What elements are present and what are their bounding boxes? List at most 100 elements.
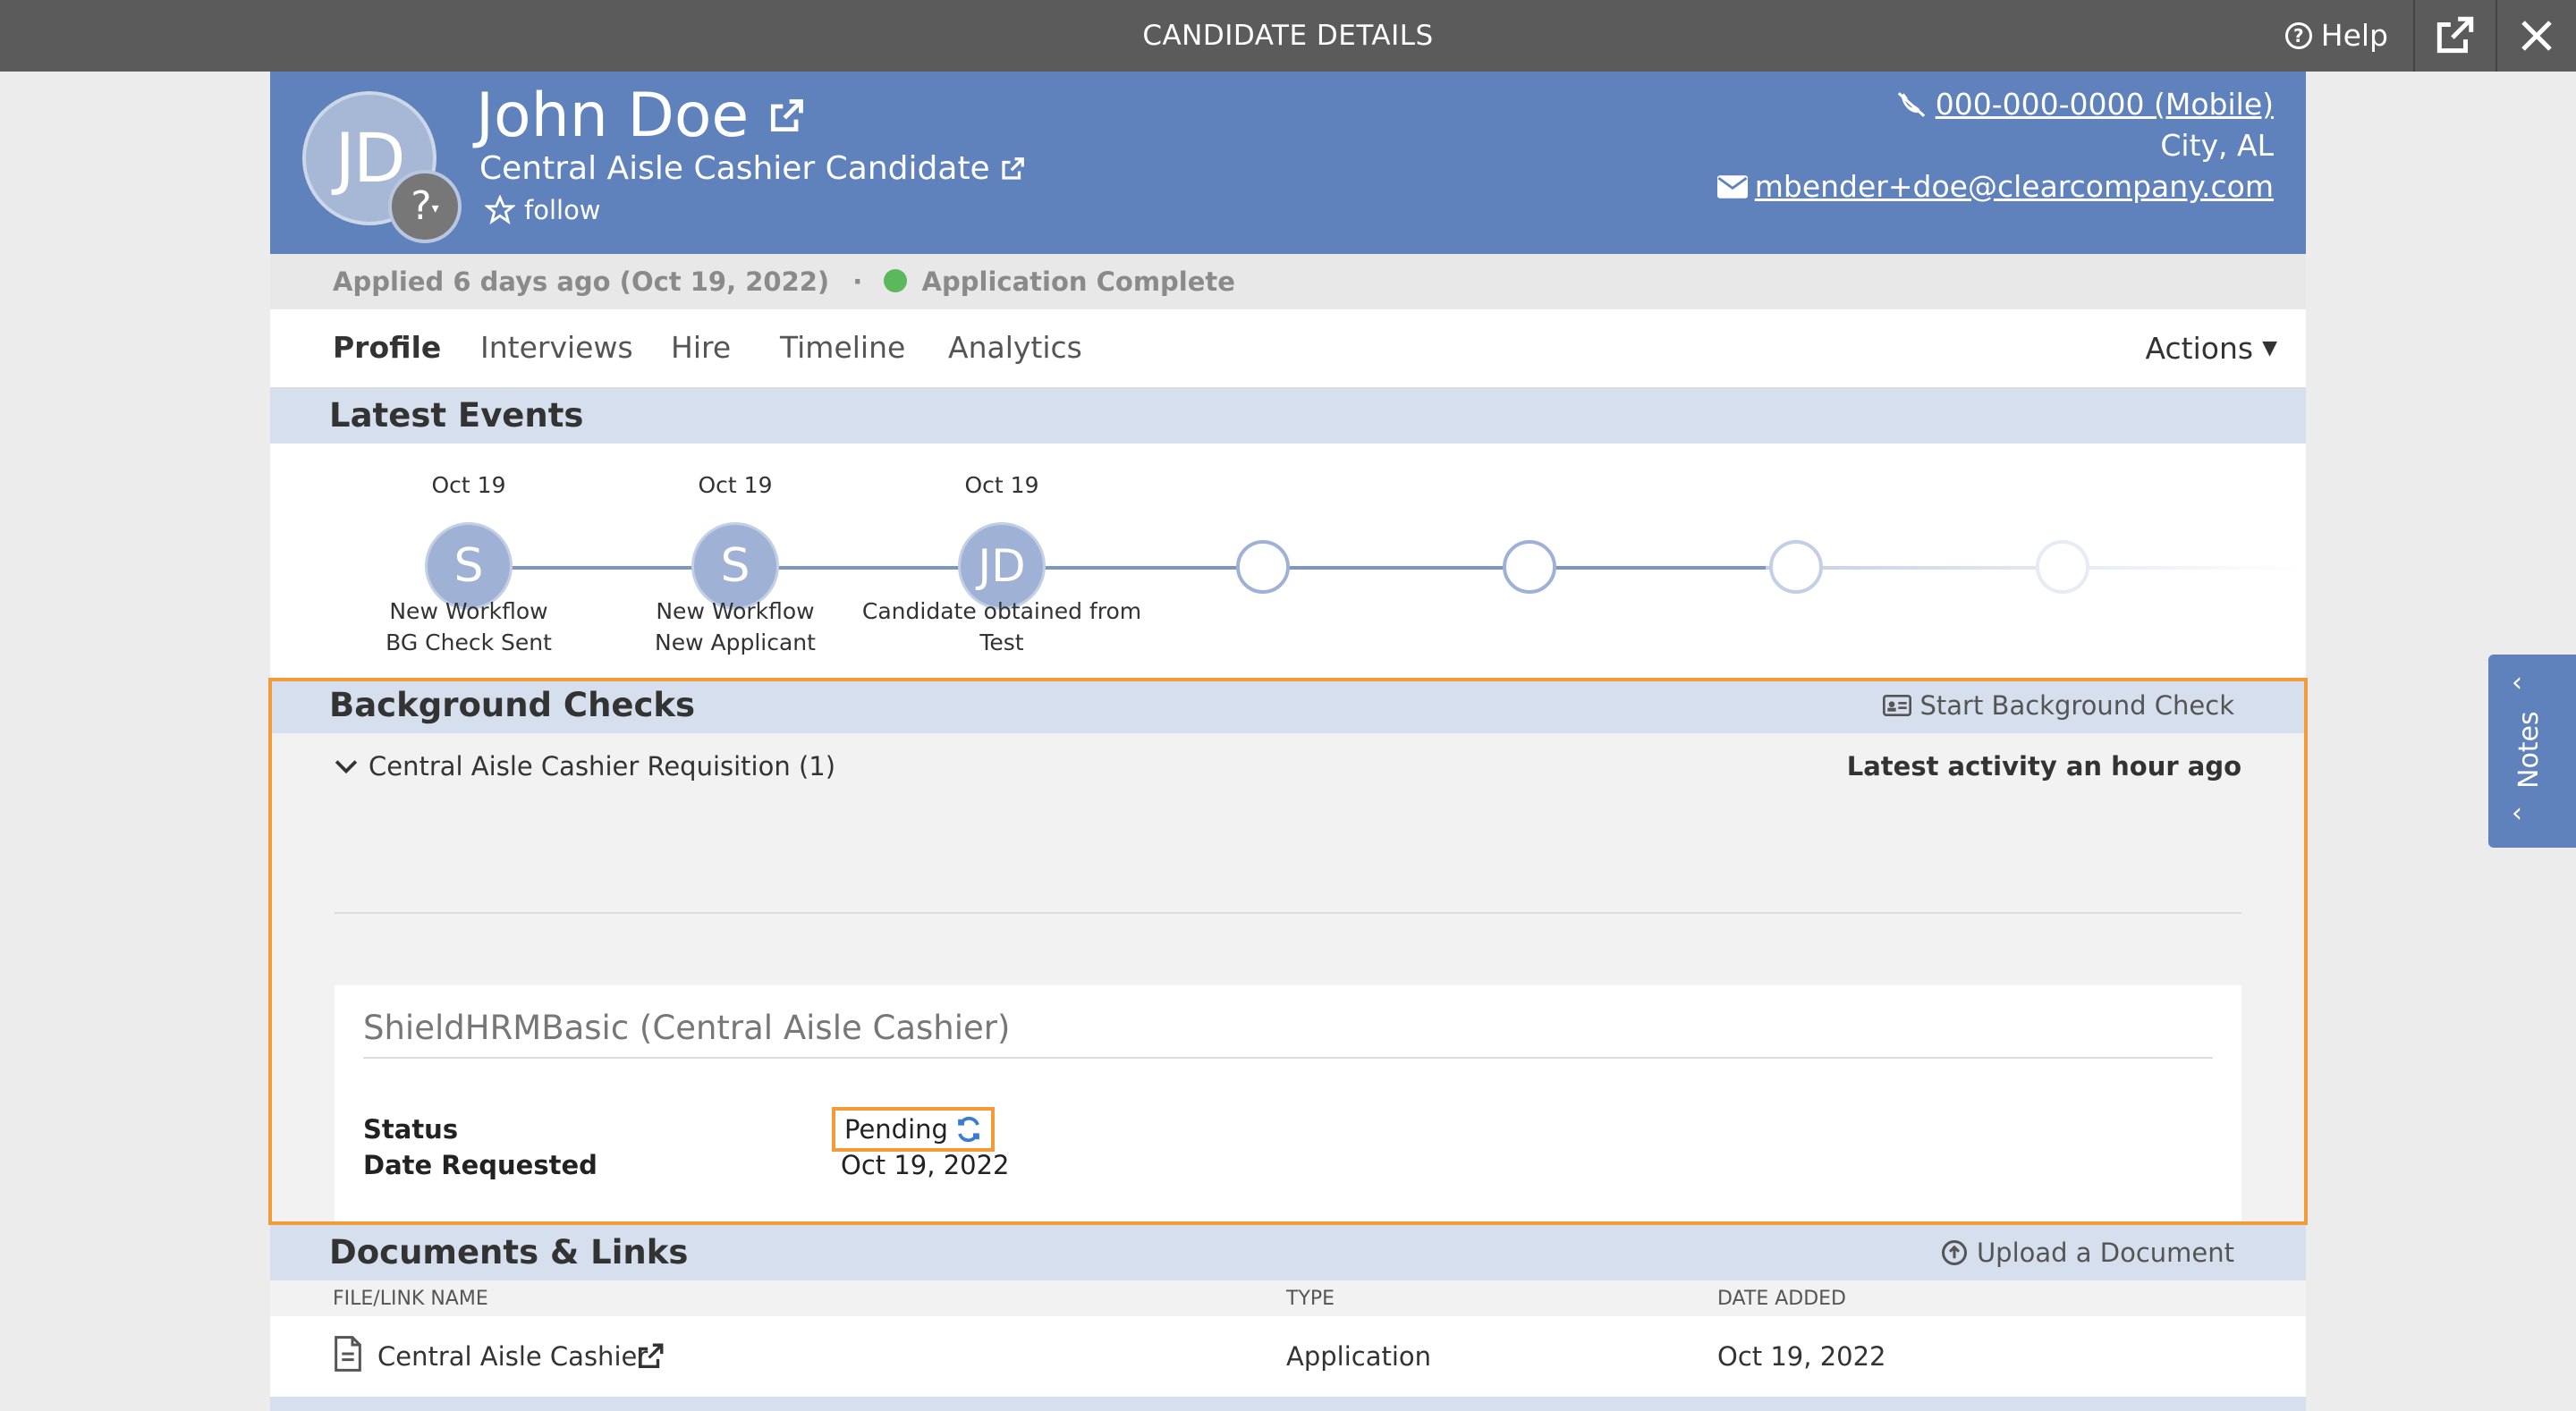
events-timeline: Oct 19 S New Workflow BG Check Sent Oct … xyxy=(270,444,2306,678)
background-checks-header: Background Checks Start Background Check xyxy=(270,678,2306,733)
star-icon xyxy=(485,195,515,225)
refresh-icon xyxy=(958,1116,979,1143)
background-checks-body: Central Aisle Cashier Requisition (1) La… xyxy=(270,733,2306,1259)
date-requested-value: Oct 19, 2022 xyxy=(841,1150,1010,1180)
profile-tabs: Profile Interviews Hire Timeline Analyti… xyxy=(270,309,2306,388)
documents-table-header: FILE/LINK NAME TYPE DATE ADDED xyxy=(270,1280,2306,1316)
external-link-icon xyxy=(771,98,804,131)
chevron-left-icon: ‹ xyxy=(2512,667,2522,698)
email-link[interactable]: mbender+doe@clearcompany.com xyxy=(1755,166,2274,207)
chevron-down-icon xyxy=(335,760,358,774)
actions-dropdown[interactable]: Actions ▼ xyxy=(2146,309,2277,388)
documents-header: Documents & Links Upload a Document xyxy=(270,1225,2306,1280)
documents-title: Documents & Links xyxy=(329,1233,689,1272)
document-name[interactable]: Central Aisle Cashier xyxy=(377,1341,648,1372)
column-header-date: DATE ADDED xyxy=(1717,1288,1846,1310)
top-bar: CANDIDATE DETAILS ? Help xyxy=(0,0,2576,72)
upload-document-button[interactable]: Upload a Document xyxy=(1941,1225,2234,1280)
actions-label: Actions xyxy=(2145,331,2254,366)
event-line1: New Workflow xyxy=(389,598,548,624)
phone-muted-icon xyxy=(1897,92,1925,117)
event-date: Oct 19 xyxy=(964,472,1039,498)
avatar-badge-label: ? xyxy=(411,183,432,229)
candidate-location: City, AL xyxy=(2160,128,2274,163)
contact-info: 000-000-0000 (Mobile) City, AL mbender+d… xyxy=(1716,84,2274,207)
background-checks-title: Background Checks xyxy=(329,686,696,724)
event-line1: New Workflow xyxy=(656,598,815,624)
avatar-status-dropdown[interactable]: ?▾ xyxy=(388,170,462,243)
requisition-toggle[interactable]: Central Aisle Cashier Requisition (1) xyxy=(335,751,835,782)
event-line2: Test xyxy=(979,629,1024,655)
candidate-header: JD ?▾ John Doe Central Aisle Cashier Can… xyxy=(270,72,2306,254)
caret-down-icon: ▾ xyxy=(431,199,439,216)
help-label: Help xyxy=(2320,18,2388,53)
event-label: New Workflow BG Check Sent xyxy=(326,596,612,658)
candidate-job-link[interactable]: Central Aisle Cashier Candidate xyxy=(479,150,1026,187)
popout-button[interactable] xyxy=(2413,0,2494,72)
candidate-job: Central Aisle Cashier Candidate xyxy=(479,150,990,187)
event-label: Candidate obtained from Test xyxy=(859,596,1145,658)
upload-document-label: Upload a Document xyxy=(1976,1238,2234,1268)
document-type: Application xyxy=(1286,1341,1432,1372)
tab-interviews[interactable]: Interviews xyxy=(480,309,633,388)
latest-activity: Latest activity an hour ago xyxy=(1846,751,2241,782)
chevron-left-icon: ‹ xyxy=(2512,798,2522,829)
timeline-empty-node xyxy=(1769,540,1823,594)
document-date: Oct 19, 2022 xyxy=(1717,1341,1886,1372)
upload-icon xyxy=(1941,1240,1967,1265)
event-label: New Workflow New Applicant xyxy=(592,596,878,658)
event-line1: Candidate obtained from xyxy=(861,598,1142,624)
divider xyxy=(363,1057,2213,1059)
timeline-empty-node xyxy=(1236,540,1290,594)
close-button[interactable] xyxy=(2496,0,2576,72)
follow-button[interactable]: follow xyxy=(485,195,601,225)
timeline-empty-node xyxy=(2036,540,2089,594)
close-icon xyxy=(2521,21,2552,51)
external-link-icon xyxy=(2436,16,2474,54)
start-background-check-button[interactable]: Start Background Check xyxy=(1882,678,2234,733)
status-badge[interactable]: Pending xyxy=(832,1107,995,1152)
applied-date: Applied 6 days ago (Oct 19, 2022) xyxy=(333,266,830,297)
column-header-name: FILE/LINK NAME xyxy=(333,1288,488,1310)
page-title: CANDIDATE DETAILS xyxy=(1142,20,1434,52)
status-label: Status xyxy=(363,1114,459,1145)
status-value: Pending xyxy=(844,1114,948,1145)
document-icon xyxy=(335,1336,361,1372)
tab-hire[interactable]: Hire xyxy=(671,309,731,388)
timeline-line xyxy=(469,566,1766,570)
requisition-label: Central Aisle Cashier Requisition (1) xyxy=(369,751,836,782)
status-dot-icon xyxy=(884,269,908,292)
latest-events-header: Latest Events xyxy=(270,388,2306,444)
external-link-icon[interactable] xyxy=(635,1341,665,1372)
column-header-type: TYPE xyxy=(1286,1288,1335,1310)
timeline-empty-node xyxy=(1503,540,1556,594)
candidate-card: JD ?▾ John Doe Central Aisle Cashier Can… xyxy=(270,72,2306,1411)
tab-analytics[interactable]: Analytics xyxy=(948,309,1082,388)
tab-timeline[interactable]: Timeline xyxy=(780,309,905,388)
date-requested-label: Date Requested xyxy=(363,1150,597,1180)
event-date: Oct 19 xyxy=(698,472,773,498)
background-check-title: ShieldHRMBasic (Central Aisle Cashier) xyxy=(363,1009,1011,1047)
application-status-bar: Applied 6 days ago (Oct 19, 2022) · Appl… xyxy=(270,254,2306,309)
event-line2: New Applicant xyxy=(655,629,816,655)
table-row[interactable]: Central Aisle Cashier Application Oct 19… xyxy=(270,1316,2306,1397)
caret-down-icon: ▼ xyxy=(2262,337,2277,359)
candidate-name-link[interactable]: John Doe xyxy=(476,80,806,151)
question-icon: ? xyxy=(2284,22,2312,49)
candidate-name: John Doe xyxy=(476,80,750,151)
notes-label: Notes xyxy=(2513,711,2545,789)
application-status: Application Complete xyxy=(921,266,1235,297)
event-line2: BG Check Sent xyxy=(386,629,552,655)
follow-label: follow xyxy=(524,195,601,225)
divider xyxy=(335,912,2241,914)
latest-events-title: Latest Events xyxy=(329,396,584,435)
next-section-header xyxy=(270,1397,2306,1411)
envelope-icon xyxy=(1716,175,1748,199)
id-card-icon xyxy=(1882,695,1911,716)
timeline-line-fade xyxy=(1766,566,2302,570)
separator: · xyxy=(852,266,863,297)
tab-profile[interactable]: Profile xyxy=(333,309,441,388)
phone-link[interactable]: 000-000-0000 (Mobile) xyxy=(1936,84,2274,125)
help-button[interactable]: ? Help xyxy=(2284,0,2388,72)
notes-panel-toggle[interactable]: ‹ Notes ‹ xyxy=(2488,655,2576,848)
